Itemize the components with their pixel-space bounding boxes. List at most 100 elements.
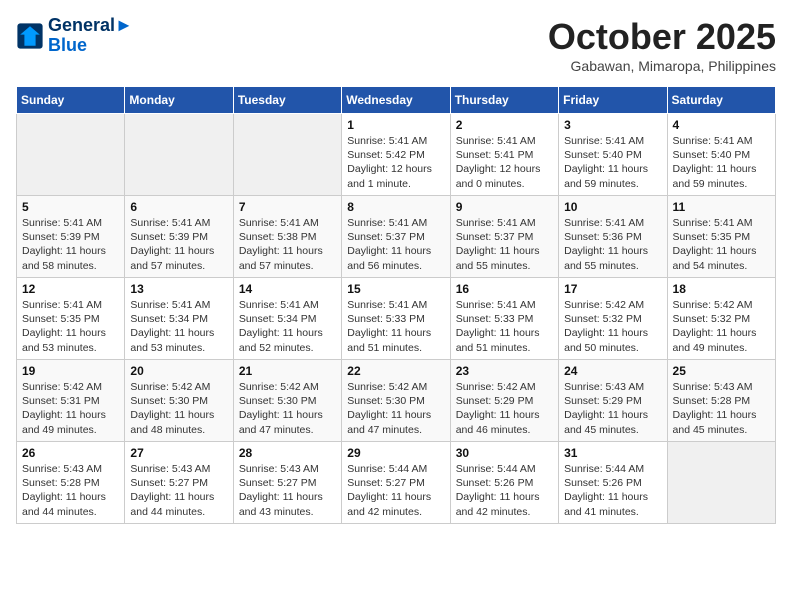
calendar-cell: 8 Sunrise: 5:41 AMSunset: 5:37 PMDaylight…	[342, 196, 450, 278]
calendar-cell: 2Sunrise: 5:41 AMSunset: 5:41 PMDaylight…	[450, 114, 558, 196]
calendar-cell: 17 Sunrise: 5:42 AMSunset: 5:32 PMDayligh…	[559, 278, 667, 360]
calendar-cell: 9Sunrise: 5:41 AMSunset: 5:37 PMDaylight…	[450, 196, 558, 278]
page-header: General► Blue October 2025 Gabawan, Mima…	[16, 16, 776, 74]
day-number: 18	[673, 282, 770, 296]
day-number: 30	[456, 446, 553, 460]
calendar-cell	[233, 114, 341, 196]
day-number: 29	[347, 446, 444, 460]
day-number: 19	[22, 364, 119, 378]
calendar-cell: 14 Sunrise: 5:41 AMSunset: 5:34 PMDayligh…	[233, 278, 341, 360]
calendar-cell: 29 Sunrise: 5:44 AMSunset: 5:27 PMDayligh…	[342, 442, 450, 524]
day-info: Sunrise: 5:42 AMSunset: 5:32 PMDaylight:…	[564, 298, 661, 355]
calendar-week-row: 12Sunrise: 5:41 AMSunset: 5:35 PMDayligh…	[17, 278, 776, 360]
calendar-cell: 4 Sunrise: 5:41 AMSunset: 5:40 PMDaylight…	[667, 114, 775, 196]
calendar-cell	[17, 114, 125, 196]
day-number: 21	[239, 364, 336, 378]
calendar-cell: 27 Sunrise: 5:43 AMSunset: 5:27 PMDayligh…	[125, 442, 233, 524]
calendar-cell: 18 Sunrise: 5:42 AMSunset: 5:32 PMDayligh…	[667, 278, 775, 360]
calendar-cell: 30 Sunrise: 5:44 AMSunset: 5:26 PMDayligh…	[450, 442, 558, 524]
day-number: 7	[239, 200, 336, 214]
day-number: 31	[564, 446, 661, 460]
day-number: 8	[347, 200, 444, 214]
calendar-cell: 22Sunrise: 5:42 AMSunset: 5:30 PMDayligh…	[342, 360, 450, 442]
calendar-cell: 16 Sunrise: 5:41 AMSunset: 5:33 PMDayligh…	[450, 278, 558, 360]
day-info: Sunrise: 5:42 AMSunset: 5:32 PMDaylight:…	[673, 298, 770, 355]
day-info: Sunrise: 5:42 AMSunset: 5:30 PMDaylight:…	[130, 380, 227, 437]
day-number: 13	[130, 282, 227, 296]
day-info: Sunrise: 5:41 AMSunset: 5:33 PMDaylight:…	[347, 298, 444, 355]
calendar-cell	[667, 442, 775, 524]
day-info: Sunrise: 5:41 AMSunset: 5:35 PMDaylight:…	[673, 216, 770, 273]
day-info: Sunrise: 5:41 AMSunset: 5:40 PMDaylight:…	[673, 134, 770, 191]
day-number: 26	[22, 446, 119, 460]
calendar-week-row: 5 Sunrise: 5:41 AMSunset: 5:39 PMDaylight…	[17, 196, 776, 278]
calendar-week-row: 19 Sunrise: 5:42 AMSunset: 5:31 PMDayligh…	[17, 360, 776, 442]
day-info: Sunrise: 5:41 AMSunset: 5:40 PMDaylight:…	[564, 134, 661, 191]
day-info: Sunrise: 5:43 AMSunset: 5:27 PMDaylight:…	[130, 462, 227, 519]
calendar-cell: 21 Sunrise: 5:42 AMSunset: 5:30 PMDayligh…	[233, 360, 341, 442]
day-info: Sunrise: 5:42 AMSunset: 5:30 PMDaylight:…	[347, 380, 444, 437]
day-number: 2	[456, 118, 553, 132]
calendar-cell: 11 Sunrise: 5:41 AMSunset: 5:35 PMDayligh…	[667, 196, 775, 278]
day-number: 14	[239, 282, 336, 296]
day-info: Sunrise: 5:43 AMSunset: 5:28 PMDaylight:…	[22, 462, 119, 519]
calendar-header-row: SundayMondayTuesdayWednesdayThursdayFrid…	[17, 87, 776, 114]
calendar-body: 1Sunrise: 5:41 AMSunset: 5:42 PMDaylight…	[17, 114, 776, 524]
calendar-cell: 20 Sunrise: 5:42 AMSunset: 5:30 PMDayligh…	[125, 360, 233, 442]
day-of-week-header: Wednesday	[342, 87, 450, 114]
day-number: 15	[347, 282, 444, 296]
day-number: 17	[564, 282, 661, 296]
day-number: 25	[673, 364, 770, 378]
calendar-cell: 6Sunrise: 5:41 AMSunset: 5:39 PMDaylight…	[125, 196, 233, 278]
calendar-table: SundayMondayTuesdayWednesdayThursdayFrid…	[16, 86, 776, 524]
day-of-week-header: Sunday	[17, 87, 125, 114]
day-info: Sunrise: 5:41 AMSunset: 5:35 PMDaylight:…	[22, 298, 119, 355]
day-info: Sunrise: 5:42 AMSunset: 5:29 PMDaylight:…	[456, 380, 553, 437]
day-info: Sunrise: 5:41 AMSunset: 5:39 PMDaylight:…	[130, 216, 227, 273]
day-number: 11	[673, 200, 770, 214]
day-info: Sunrise: 5:41 AMSunset: 5:37 PMDaylight:…	[347, 216, 444, 273]
day-of-week-header: Saturday	[667, 87, 775, 114]
calendar-cell: 1Sunrise: 5:41 AMSunset: 5:42 PMDaylight…	[342, 114, 450, 196]
day-info: Sunrise: 5:43 AMSunset: 5:27 PMDaylight:…	[239, 462, 336, 519]
day-info: Sunrise: 5:41 AMSunset: 5:33 PMDaylight:…	[456, 298, 553, 355]
day-number: 10	[564, 200, 661, 214]
calendar-cell: 13 Sunrise: 5:41 AMSunset: 5:34 PMDayligh…	[125, 278, 233, 360]
day-of-week-header: Monday	[125, 87, 233, 114]
day-info: Sunrise: 5:41 AMSunset: 5:34 PMDaylight:…	[130, 298, 227, 355]
location: Gabawan, Mimaropa, Philippines	[548, 58, 776, 74]
calendar-cell	[125, 114, 233, 196]
day-number: 9	[456, 200, 553, 214]
calendar-week-row: 26 Sunrise: 5:43 AMSunset: 5:28 PMDayligh…	[17, 442, 776, 524]
day-info: Sunrise: 5:41 AMSunset: 5:38 PMDaylight:…	[239, 216, 336, 273]
calendar-cell: 31Sunrise: 5:44 AMSunset: 5:26 PMDayligh…	[559, 442, 667, 524]
day-number: 4	[673, 118, 770, 132]
day-number: 5	[22, 200, 119, 214]
day-number: 24	[564, 364, 661, 378]
logo-text: General► Blue	[48, 16, 133, 56]
day-info: Sunrise: 5:44 AMSunset: 5:27 PMDaylight:…	[347, 462, 444, 519]
day-number: 23	[456, 364, 553, 378]
calendar-cell: 25 Sunrise: 5:43 AMSunset: 5:28 PMDayligh…	[667, 360, 775, 442]
day-info: Sunrise: 5:41 AMSunset: 5:39 PMDaylight:…	[22, 216, 119, 273]
day-number: 1	[347, 118, 444, 132]
calendar-cell: 5 Sunrise: 5:41 AMSunset: 5:39 PMDaylight…	[17, 196, 125, 278]
day-info: Sunrise: 5:41 AMSunset: 5:36 PMDaylight:…	[564, 216, 661, 273]
calendar-cell: 15 Sunrise: 5:41 AMSunset: 5:33 PMDayligh…	[342, 278, 450, 360]
day-number: 27	[130, 446, 227, 460]
day-info: Sunrise: 5:44 AMSunset: 5:26 PMDaylight:…	[456, 462, 553, 519]
month-title: October 2025	[548, 16, 776, 58]
day-number: 16	[456, 282, 553, 296]
calendar-cell: 3 Sunrise: 5:41 AMSunset: 5:40 PMDaylight…	[559, 114, 667, 196]
calendar-cell: 28 Sunrise: 5:43 AMSunset: 5:27 PMDayligh…	[233, 442, 341, 524]
day-of-week-header: Friday	[559, 87, 667, 114]
day-number: 3	[564, 118, 661, 132]
day-info: Sunrise: 5:41 AMSunset: 5:34 PMDaylight:…	[239, 298, 336, 355]
logo: General► Blue	[16, 16, 133, 56]
day-number: 28	[239, 446, 336, 460]
day-number: 20	[130, 364, 227, 378]
day-info: Sunrise: 5:43 AMSunset: 5:28 PMDaylight:…	[673, 380, 770, 437]
day-info: Sunrise: 5:42 AMSunset: 5:30 PMDaylight:…	[239, 380, 336, 437]
day-of-week-header: Tuesday	[233, 87, 341, 114]
day-info: Sunrise: 5:42 AMSunset: 5:31 PMDaylight:…	[22, 380, 119, 437]
